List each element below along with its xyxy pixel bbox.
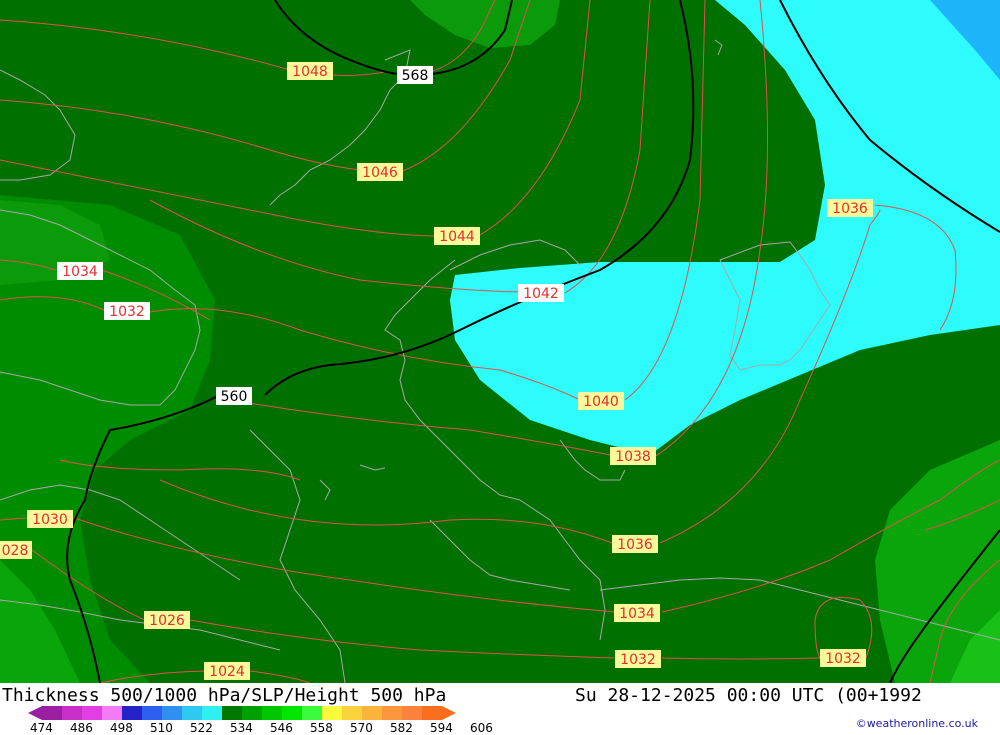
svg-text:560: 560	[221, 389, 248, 405]
svg-text:1034: 1034	[62, 264, 98, 280]
isobar-label: 1040	[578, 392, 624, 410]
svg-text:1034: 1034	[619, 606, 655, 622]
svg-text:1046: 1046	[362, 165, 398, 181]
svg-text:1024: 1024	[209, 664, 245, 680]
thickness-label: 560	[216, 387, 252, 405]
scale-swatch	[282, 706, 302, 720]
scale-swatch	[422, 706, 442, 720]
scale-swatch	[382, 706, 402, 720]
isobar-label: 1034	[57, 262, 103, 280]
color-scale	[28, 705, 456, 721]
svg-text:1040: 1040	[583, 394, 619, 410]
isobar-label: 1038	[610, 447, 656, 465]
scale-swatch	[242, 706, 262, 720]
svg-text:1044: 1044	[439, 229, 475, 245]
isobar-label: 1026	[144, 611, 190, 629]
isobar-label: 1032	[104, 302, 150, 320]
scale-swatch	[142, 706, 162, 720]
scale-swatch	[82, 706, 102, 720]
svg-text:1026: 1026	[149, 613, 185, 629]
svg-text:1036: 1036	[832, 201, 868, 217]
footer: Thickness 500/1000 hPa/SLP/Height 500 hP…	[0, 683, 1000, 735]
scale-swatch	[402, 706, 422, 720]
svg-text:1032: 1032	[620, 652, 656, 668]
isobar-label: 1034	[614, 604, 660, 622]
scale-swatch	[62, 706, 82, 720]
scale-swatch	[102, 706, 122, 720]
scale-swatch	[362, 706, 382, 720]
isobar-label: 1036	[827, 199, 873, 217]
isobar-label: 1030	[27, 510, 73, 528]
svg-text:1030: 1030	[32, 512, 68, 528]
svg-text:1048: 1048	[292, 64, 328, 80]
scale-arrow-left	[28, 706, 42, 720]
scale-swatch	[302, 706, 322, 720]
scale-swatch	[342, 706, 362, 720]
isobar-label: 1048	[287, 62, 333, 80]
scale-swatch	[222, 706, 242, 720]
isobar-label: 1036	[612, 535, 658, 553]
scale-swatch	[202, 706, 222, 720]
scale-swatch	[162, 706, 182, 720]
weather-map: 1048 1046 1044 1042 1040 1038 1036 1036	[0, 0, 1000, 683]
scale-swatch	[42, 706, 62, 720]
isobar-label: 1046	[357, 163, 403, 181]
scale-swatch	[262, 706, 282, 720]
scale-swatch	[182, 706, 202, 720]
scale-arrow-right	[442, 706, 456, 720]
svg-text:1032: 1032	[825, 651, 861, 667]
isobar-label: 028	[0, 541, 32, 559]
svg-text:1032: 1032	[109, 304, 145, 320]
isobar-label: 1044	[434, 227, 480, 245]
credit-text: ©weatheronline.co.uk	[855, 717, 978, 730]
isobar-label: 1032	[615, 650, 661, 668]
scale-swatch	[322, 706, 342, 720]
isobar-label: 1024	[204, 662, 250, 680]
isobar-label: 1042	[518, 284, 564, 302]
svg-text:028: 028	[2, 543, 29, 559]
map-title: Thickness 500/1000 hPa/SLP/Height 500 hP…	[2, 685, 447, 706]
svg-text:1038: 1038	[615, 449, 651, 465]
map-timestamp: Su 28-12-2025 00:00 UTC (00+1992	[575, 685, 922, 706]
isobar-label: 1032	[820, 649, 866, 667]
svg-text:1036: 1036	[617, 537, 653, 553]
scale-swatch	[122, 706, 142, 720]
svg-text:1042: 1042	[523, 286, 559, 302]
thickness-label: 568	[397, 66, 433, 84]
svg-text:568: 568	[402, 68, 429, 84]
